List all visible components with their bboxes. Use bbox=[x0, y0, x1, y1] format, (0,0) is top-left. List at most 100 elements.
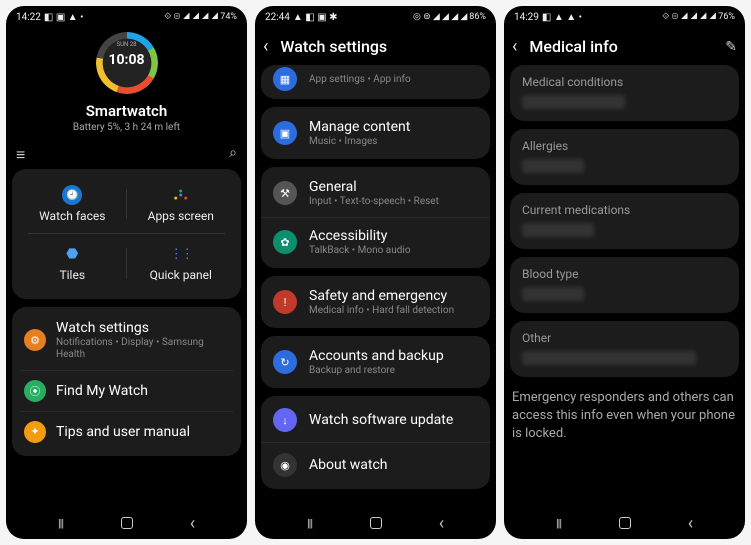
grid-label: Watch faces bbox=[18, 209, 127, 223]
setting-manage-content[interactable]: ▣ Manage content Music • Images bbox=[261, 109, 490, 157]
search-icon[interactable]: ⌕ bbox=[480, 39, 488, 55]
phone-medical-info: 14:29 ◧ ▲ ▲ • ⟐ ⊜ ◢ ◢ ◢ ◢ 76% ‹ Medical … bbox=[504, 6, 745, 539]
field-medications[interactable]: Current medications bbox=[510, 193, 739, 249]
field-label: Blood type bbox=[522, 267, 727, 281]
watch-face-preview[interactable]: SUN 28 10:08 bbox=[94, 30, 160, 96]
grid-label: Tiles bbox=[18, 268, 127, 282]
status-time: 14:29 bbox=[514, 12, 539, 23]
setting-apps[interactable]: ▦ App settings • App info bbox=[261, 67, 490, 97]
quick-grid: 🕘 Watch faces Apps screen ⬣ Tiles Quick … bbox=[12, 169, 241, 299]
nav-recent[interactable] bbox=[52, 515, 70, 531]
quick-panel-icon bbox=[171, 244, 191, 264]
grid-label: Quick panel bbox=[127, 268, 236, 282]
nav-home[interactable] bbox=[121, 517, 133, 529]
setting-software-update[interactable]: ↓ Watch software update bbox=[261, 398, 490, 442]
status-icons-left: ◧ ▣ ▲ • bbox=[44, 12, 84, 23]
setting-sub: Medical info • Hard fall detection bbox=[309, 305, 478, 316]
redacted-value bbox=[522, 223, 594, 237]
setting-sub: Backup and restore bbox=[309, 365, 478, 376]
setting-accounts-backup[interactable]: ↻ Accounts and backup Backup and restore bbox=[261, 338, 490, 386]
setting-general[interactable]: ⚒ General Input • Text-to-speech • Reset bbox=[261, 169, 490, 217]
device-name: Smartwatch bbox=[12, 102, 241, 120]
clock-icon: 🕘 bbox=[62, 185, 82, 205]
phone-watch-settings: 22:44 ▲ ◧ ▣ ✱ ◎ ⊜ ◢ ◢ ◢ ◢ 86% ‹ Watch se… bbox=[255, 6, 496, 539]
status-icons-right: ⟐ ⊜ ◢ ◢ ◢ ◢ bbox=[164, 12, 218, 22]
nav-back[interactable] bbox=[433, 513, 451, 534]
setting-sub: Music • Images bbox=[309, 136, 478, 147]
menu-find-my-watch[interactable]: ⦿ Find My Watch bbox=[20, 370, 233, 411]
safety-card: ! Safety and emergency Medical info • Ha… bbox=[261, 276, 490, 328]
status-battery: 86% bbox=[469, 12, 486, 22]
menu-title: Tips and user manual bbox=[56, 424, 229, 440]
grid-watch-faces[interactable]: 🕘 Watch faces bbox=[18, 179, 127, 229]
field-medical-conditions[interactable]: Medical conditions bbox=[510, 65, 739, 121]
field-label: Allergies bbox=[522, 139, 727, 153]
setting-title: Accessibility bbox=[309, 228, 478, 244]
nav-recent[interactable] bbox=[550, 515, 568, 531]
setting-sub: TalkBack • Mono audio bbox=[309, 245, 478, 256]
menu-icon[interactable] bbox=[16, 145, 25, 165]
info-icon: ◉ bbox=[273, 453, 297, 477]
setting-title: About watch bbox=[309, 457, 478, 473]
header: ‹ Watch settings ⌕ bbox=[255, 26, 496, 65]
setting-sub: Input • Text-to-speech • Reset bbox=[309, 196, 478, 207]
page-title: Medical info bbox=[529, 37, 713, 56]
menu-tips[interactable]: ✦ Tips and user manual bbox=[20, 411, 233, 452]
status-bar: 14:29 ◧ ▲ ▲ • ⟐ ⊜ ◢ ◢ ◢ ◢ 76% bbox=[504, 6, 745, 26]
redacted-value bbox=[522, 351, 696, 365]
menu-title: Watch settings bbox=[56, 320, 229, 336]
lightbulb-icon: ✦ bbox=[24, 421, 46, 443]
setting-safety-emergency[interactable]: ! Safety and emergency Medical info • Ha… bbox=[261, 278, 490, 326]
grid-tiles[interactable]: ⬣ Tiles bbox=[18, 238, 127, 288]
field-other[interactable]: Other bbox=[510, 321, 739, 377]
field-label: Current medications bbox=[522, 203, 727, 217]
watch-face-section: SUN 28 10:08 Smartwatch Battery 5%, 3 h … bbox=[12, 26, 241, 139]
grid-label: Apps screen bbox=[127, 209, 236, 223]
edit-icon[interactable]: ✎ bbox=[725, 39, 737, 55]
nav-home[interactable] bbox=[370, 517, 382, 529]
location-icon: ⦿ bbox=[24, 380, 46, 402]
field-label: Other bbox=[522, 331, 727, 345]
field-blood-type[interactable]: Blood type bbox=[510, 257, 739, 313]
redacted-value bbox=[522, 95, 625, 109]
back-icon[interactable]: ‹ bbox=[263, 36, 268, 57]
setting-sub: App settings • App info bbox=[309, 74, 478, 85]
menu-watch-settings[interactable]: ⚙ Watch settings Notifications • Display… bbox=[12, 311, 241, 370]
alert-icon: ! bbox=[273, 290, 297, 314]
setting-accessibility[interactable]: ✿ Accessibility TalkBack • Mono audio bbox=[261, 217, 490, 266]
status-icons-right: ⟐ ⊜ ◢ ◢ ◢ ◢ bbox=[662, 12, 716, 22]
nav-back[interactable] bbox=[184, 513, 202, 534]
accessibility-icon: ✿ bbox=[273, 230, 297, 254]
nav-recent[interactable] bbox=[301, 515, 319, 531]
watchface-time: 10:08 bbox=[94, 52, 160, 68]
nav-bar bbox=[504, 507, 745, 539]
status-bar: 22:44 ▲ ◧ ▣ ✱ ◎ ⊜ ◢ ◢ ◢ ◢ 86% bbox=[255, 6, 496, 26]
general-card: ⚒ General Input • Text-to-speech • Reset… bbox=[261, 167, 490, 268]
setting-about-watch[interactable]: ◉ About watch bbox=[261, 442, 490, 487]
download-icon: ↓ bbox=[273, 408, 297, 432]
about-card: ↓ Watch software update ◉ About watch bbox=[261, 396, 490, 489]
apps-card: ▦ App settings • App info bbox=[261, 65, 490, 99]
search-icon[interactable]: ⌕ bbox=[229, 145, 237, 165]
setting-title: Watch software update bbox=[309, 412, 478, 428]
nav-bar bbox=[6, 507, 247, 539]
status-icons-right: ◎ ⊜ ◢ ◢ ◢ ◢ bbox=[413, 12, 467, 22]
back-icon[interactable]: ‹ bbox=[512, 36, 517, 57]
status-time: 14:22 bbox=[16, 12, 41, 23]
status-time: 22:44 bbox=[265, 12, 290, 23]
setting-title: Safety and emergency bbox=[309, 288, 478, 304]
apps-icon bbox=[171, 185, 191, 205]
accounts-card: ↻ Accounts and backup Backup and restore bbox=[261, 336, 490, 388]
menu-sub: Notifications • Display • Samsung Health bbox=[56, 337, 229, 361]
grid-apps-screen[interactable]: Apps screen bbox=[127, 179, 236, 229]
setting-title: Accounts and backup bbox=[309, 348, 478, 364]
setting-title: General bbox=[309, 179, 478, 195]
status-battery: 74% bbox=[220, 12, 237, 22]
field-allergies[interactable]: Allergies bbox=[510, 129, 739, 185]
page-title: Watch settings bbox=[280, 37, 468, 56]
grid-quick-panel[interactable]: Quick panel bbox=[127, 238, 236, 288]
nav-home[interactable] bbox=[619, 517, 631, 529]
lock-screen-notice: Emergency responders and others can acce… bbox=[510, 385, 739, 448]
nav-back[interactable] bbox=[682, 513, 700, 534]
status-icons-left: ▲ ◧ ▣ ✱ bbox=[293, 12, 338, 23]
